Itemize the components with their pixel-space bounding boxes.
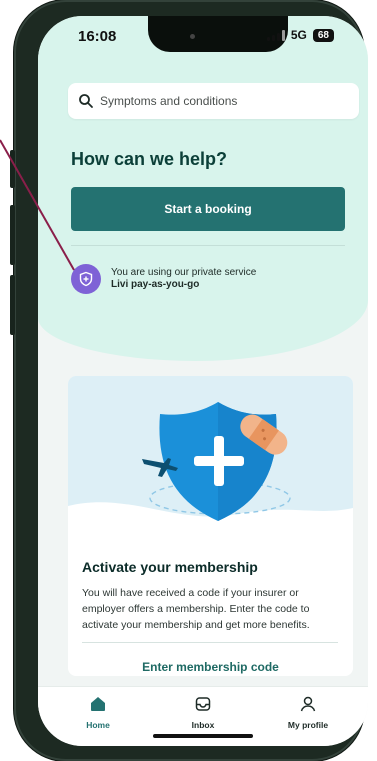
inbox-icon <box>195 697 211 711</box>
membership-description: You will have received a code if your in… <box>82 587 310 631</box>
home-icon <box>91 697 105 711</box>
search-placeholder: Symptoms and conditions <box>100 94 238 108</box>
network-label: 5G <box>290 28 307 42</box>
tab-my-profile-label: My profile <box>287 720 329 730</box>
membership-title: Activate your membership <box>82 559 258 575</box>
private-service-label: You are using our private service <box>111 267 257 278</box>
volume-up-button <box>10 205 15 265</box>
bottom-tab-bar: Home Inbox My profile <box>38 686 368 746</box>
home-indicator <box>153 734 253 738</box>
profile-icon <box>300 696 316 712</box>
silent-switch <box>10 150 15 188</box>
search-icon <box>79 94 93 108</box>
help-heading: How can we help? <box>71 149 228 169</box>
volume-down-button <box>10 275 15 335</box>
app-screen: 16:08 5G 68 Symptoms and conditions How … <box>38 16 368 746</box>
tab-inbox-label: Inbox <box>191 720 215 730</box>
hero-divider <box>71 245 345 246</box>
private-service-info: You are using our private service Livi p… <box>71 264 256 294</box>
plan-name: Livi pay-as-you-go <box>111 279 200 290</box>
phone-frame: 16:08 5G 68 Symptoms and conditions How … <box>10 0 368 761</box>
tab-home-label: Home <box>86 720 110 730</box>
tab-home[interactable]: Home <box>63 695 133 730</box>
status-time: 16:08 <box>78 28 117 45</box>
tab-inbox[interactable]: Inbox <box>168 695 238 730</box>
card-divider <box>82 642 338 643</box>
status-indicators: 5G 68 <box>266 28 334 42</box>
search-input[interactable]: Symptoms and conditions <box>68 83 359 119</box>
membership-illustration <box>68 376 353 548</box>
start-booking-button[interactable]: Start a booking <box>71 187 345 231</box>
membership-card: Activate your membership You will have r… <box>68 376 353 676</box>
shield-plus-icon <box>71 264 101 294</box>
enter-membership-code-button[interactable]: Enter membership code <box>68 660 353 674</box>
battery-icon: 68 <box>312 28 334 42</box>
tab-my-profile[interactable]: My profile <box>273 695 343 730</box>
signal-icon <box>266 29 285 41</box>
